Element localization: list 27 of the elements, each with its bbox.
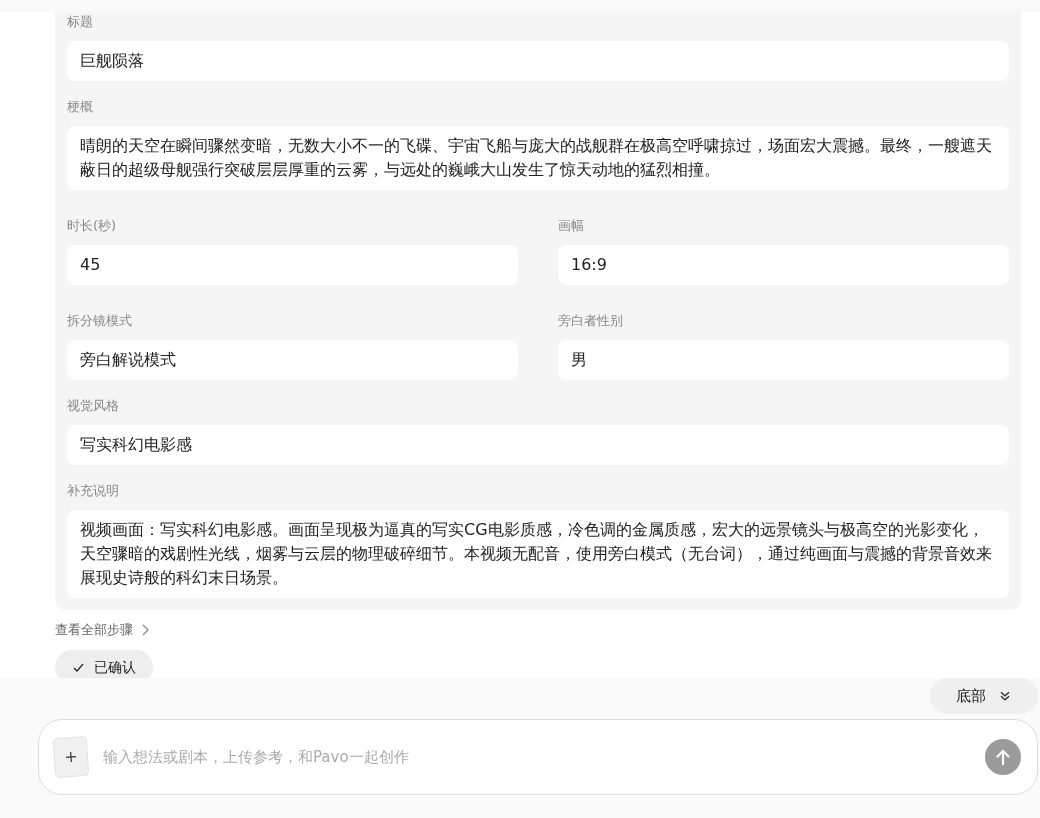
value-field: 视频画面：写实科幻电影感。画面呈现极为逼真的写实CG电影质感，冷色调的金属质感，宏大的远景镜头与极高空的光影变化，天空骤暗的戏剧性光线，烟雾与云层的物理破碎细节。本视频无配音，使用旁白模式（无台词），通过纯画面与震撼的背景音效来展现史诗般的科幻末日场景。 xyxy=(67,510,1009,598)
arrow-up-icon xyxy=(996,749,1010,765)
field-label: 时长(秒) xyxy=(67,217,118,235)
scroll-to-bottom-button[interactable]: 底部 xyxy=(930,678,1038,714)
field-label: 视觉风格 xyxy=(67,397,120,415)
field-label: 梗概 xyxy=(67,98,94,116)
chevron-right-icon xyxy=(142,624,149,636)
composer-box[interactable]: 输入想法或剧本，上传参考，和Pavo一起创作 xyxy=(38,719,1038,795)
value-field: 16:9 xyxy=(558,245,1009,285)
view-all-steps-link[interactable]: 查看全部步骤 xyxy=(55,620,149,640)
plus-icon xyxy=(65,751,77,763)
message-input[interactable]: 输入想法或剧本，上传参考，和Pavo一起创作 xyxy=(103,746,973,768)
value-field: 巨舰陨落 xyxy=(67,41,1009,81)
value-field: 写实科幻电影感 xyxy=(67,425,1009,465)
value-field: 45 xyxy=(67,245,518,285)
status-text: 已确认 xyxy=(94,658,136,676)
field-label: 标题 xyxy=(67,13,94,31)
field-label: 拆分镜模式 xyxy=(67,312,133,330)
value-field: 男 xyxy=(558,340,1009,380)
field-label: 画幅 xyxy=(558,217,585,235)
value-field: 旁白解说模式 xyxy=(67,340,518,380)
double-chevron-down-icon xyxy=(1000,691,1010,701)
check-icon xyxy=(73,662,84,672)
field-label: 旁白者性别 xyxy=(558,312,624,330)
attach-button[interactable] xyxy=(52,735,90,779)
value-field: 晴朗的天空在瞬间骤然变暗，无数大小不一的飞碟、宇宙飞船与庞大的战舰群在极高空呼啸掠过，场面宏大震撼。最终，一艘遮天蔽日的超级母舰强行突破层层厚重的云雾，与远处的巍峨大山发生了惊天动地的猛烈相撞。 xyxy=(67,126,1009,190)
field-label: 补充说明 xyxy=(67,482,120,500)
